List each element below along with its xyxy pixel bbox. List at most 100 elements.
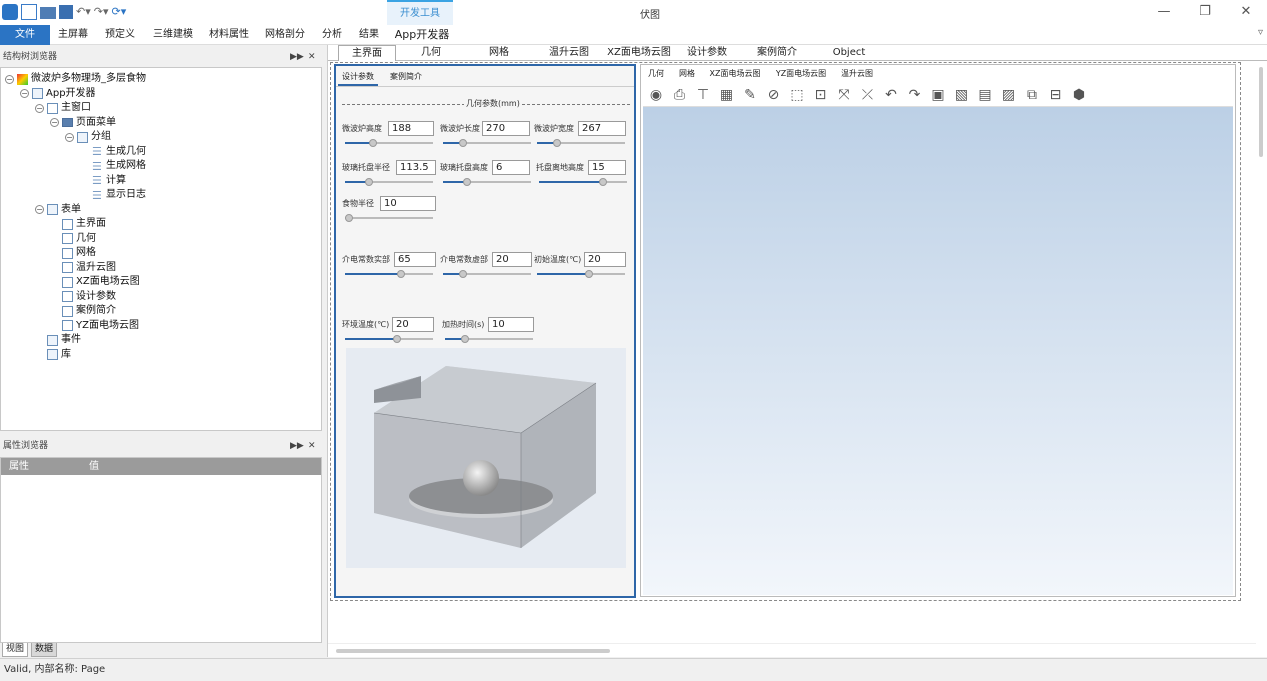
tree-node[interactable]: 案例简介 bbox=[50, 304, 116, 318]
field-slider[interactable] bbox=[443, 139, 531, 147]
redo-icon[interactable]: ↷ bbox=[906, 86, 924, 104]
collapse-toggle-icon[interactable]: − bbox=[20, 89, 29, 98]
tree-node[interactable]: 几何 bbox=[50, 232, 96, 246]
field-slider[interactable] bbox=[443, 270, 531, 278]
slider-thumb[interactable] bbox=[397, 270, 405, 278]
print-icon[interactable]: ⎙ bbox=[671, 86, 689, 104]
tab-main-page[interactable]: 主界面 bbox=[338, 45, 396, 61]
menu-predefine[interactable]: 预定义 bbox=[101, 25, 139, 45]
field-slider[interactable] bbox=[539, 178, 627, 186]
slider-thumb[interactable] bbox=[585, 270, 593, 278]
field-input[interactable]: 20 bbox=[584, 252, 626, 267]
rotate-icon[interactable]: ⤧ bbox=[835, 86, 853, 104]
view-iso-icon[interactable]: ⧉ bbox=[1023, 86, 1041, 104]
tree-node[interactable]: − 主窗口 bbox=[35, 101, 91, 115]
save-icon[interactable] bbox=[59, 5, 73, 19]
field-input[interactable]: 20 bbox=[392, 317, 434, 332]
tab-mesh[interactable]: 网格 bbox=[476, 45, 522, 61]
slider-thumb[interactable] bbox=[369, 139, 377, 147]
grid-icon[interactable]: ▦ bbox=[718, 86, 736, 104]
horizontal-scrollbar[interactable] bbox=[328, 643, 1256, 657]
ribbon-collapse-icon[interactable]: ▿ bbox=[1258, 27, 1263, 38]
tab-view[interactable]: 视图 bbox=[2, 643, 29, 657]
minimize-icon[interactable]: — bbox=[1154, 3, 1174, 21]
undo-icon[interactable]: ↶▾ bbox=[76, 4, 91, 20]
redo-icon[interactable]: ↷▾ bbox=[94, 4, 109, 20]
tree-node[interactable]: XZ面电场云图 bbox=[50, 275, 140, 289]
hide-icon[interactable]: ⊘ bbox=[765, 86, 783, 104]
tree-node[interactable]: ☰ 计算 bbox=[80, 174, 126, 188]
viewer-tab-geometry[interactable]: 几何 bbox=[645, 65, 667, 83]
menu-file[interactable]: 文件 bbox=[0, 25, 50, 45]
menu-app-developer[interactable]: App开发器 bbox=[392, 25, 452, 45]
collapse-toggle-icon[interactable]: − bbox=[35, 103, 44, 113]
collapse-toggle-icon[interactable]: − bbox=[5, 74, 14, 84]
slider-thumb[interactable] bbox=[553, 139, 561, 147]
tree-node[interactable]: 设计参数 bbox=[50, 290, 116, 304]
tree-node[interactable]: − App开发器 bbox=[20, 87, 96, 101]
tree-node[interactable]: 网格 bbox=[50, 246, 96, 260]
view-top-icon[interactable]: ▤ bbox=[976, 86, 994, 104]
tree-node[interactable]: YZ面电场云图 bbox=[50, 319, 139, 333]
pin-icon[interactable]: ▶▶ bbox=[290, 47, 304, 67]
vertical-scrollbar[interactable] bbox=[1256, 62, 1266, 657]
close-icon[interactable]: ✕ bbox=[1236, 3, 1256, 21]
field-input[interactable]: 113.5 bbox=[396, 160, 436, 175]
field-input[interactable]: 20 bbox=[492, 252, 532, 267]
tree-node[interactable]: 温升云图 bbox=[50, 261, 116, 275]
slider-thumb[interactable] bbox=[461, 335, 469, 343]
tab-design-params[interactable]: 设计参数 bbox=[684, 45, 730, 61]
refresh-icon[interactable]: ⟳▾ bbox=[112, 4, 127, 20]
menu-home[interactable]: 主屏幕 bbox=[54, 25, 92, 45]
menu-meshing[interactable]: 网格剖分 bbox=[262, 25, 308, 45]
slider-thumb[interactable] bbox=[459, 270, 467, 278]
slider-thumb[interactable] bbox=[345, 214, 353, 222]
field-slider[interactable] bbox=[345, 139, 433, 147]
viewer-tab-mesh[interactable]: 网格 bbox=[677, 65, 697, 83]
slider-thumb[interactable] bbox=[463, 178, 471, 186]
field-slider[interactable] bbox=[345, 178, 433, 186]
field-input[interactable]: 270 bbox=[482, 121, 530, 136]
tree-node[interactable]: 库 bbox=[35, 348, 71, 362]
slider-thumb[interactable] bbox=[365, 178, 373, 186]
form-tab-intro[interactable]: 案例简介 bbox=[386, 68, 426, 86]
open-folder-icon[interactable] bbox=[40, 7, 56, 19]
menu-material[interactable]: 材料属性 bbox=[206, 25, 252, 45]
field-input[interactable]: 10 bbox=[488, 317, 534, 332]
field-slider[interactable] bbox=[345, 335, 433, 343]
field-input[interactable]: 267 bbox=[578, 121, 626, 136]
tree-node[interactable]: − 页面菜单 bbox=[50, 116, 116, 130]
tree-node[interactable]: ☰ 显示日志 bbox=[80, 188, 146, 202]
field-slider[interactable] bbox=[443, 178, 531, 186]
field-input[interactable]: 10 bbox=[380, 196, 436, 211]
form-tab-design[interactable]: 设计参数 bbox=[338, 68, 378, 86]
capture-icon[interactable]: ◉ bbox=[647, 86, 665, 104]
tab-object[interactable]: Object bbox=[824, 45, 874, 61]
view-back-icon[interactable]: ⊟ bbox=[1047, 86, 1065, 104]
zoom-box-icon[interactable]: ⬚ bbox=[788, 86, 806, 104]
center-icon[interactable]: ⤫ bbox=[859, 86, 877, 104]
tab-temperature[interactable]: 温升云图 bbox=[544, 45, 594, 61]
field-slider[interactable] bbox=[537, 139, 625, 147]
tree-node[interactable]: 主界面 bbox=[50, 217, 106, 231]
collapse-toggle-icon[interactable]: − bbox=[50, 118, 59, 127]
viewer-tab-xz-field[interactable]: XZ面电场云图 bbox=[707, 65, 763, 83]
tab-geometry[interactable]: 几何 bbox=[408, 45, 454, 61]
tree-node[interactable]: − 微波炉多物理场_多层食物 bbox=[5, 72, 146, 86]
field-slider[interactable] bbox=[345, 270, 433, 278]
slider-thumb[interactable] bbox=[459, 139, 467, 147]
menu-3d-modeling[interactable]: 三维建模 bbox=[150, 25, 196, 45]
view-slice-icon[interactable]: ▨ bbox=[1000, 86, 1018, 104]
tab-xz-field[interactable]: XZ面电场云图 bbox=[604, 45, 674, 61]
field-input[interactable]: 6 bbox=[492, 160, 530, 175]
maximize-icon[interactable]: ❐ bbox=[1195, 3, 1215, 21]
field-input[interactable]: 65 bbox=[394, 252, 436, 267]
slider-thumb[interactable] bbox=[599, 178, 607, 186]
menu-analysis[interactable]: 分析 bbox=[318, 25, 346, 45]
field-slider[interactable] bbox=[345, 214, 433, 222]
field-slider[interactable] bbox=[537, 270, 625, 278]
collapse-toggle-icon[interactable]: − bbox=[35, 205, 44, 214]
field-slider[interactable] bbox=[445, 335, 533, 343]
scroll-thumb[interactable] bbox=[1259, 67, 1263, 157]
scroll-thumb[interactable] bbox=[336, 649, 610, 653]
